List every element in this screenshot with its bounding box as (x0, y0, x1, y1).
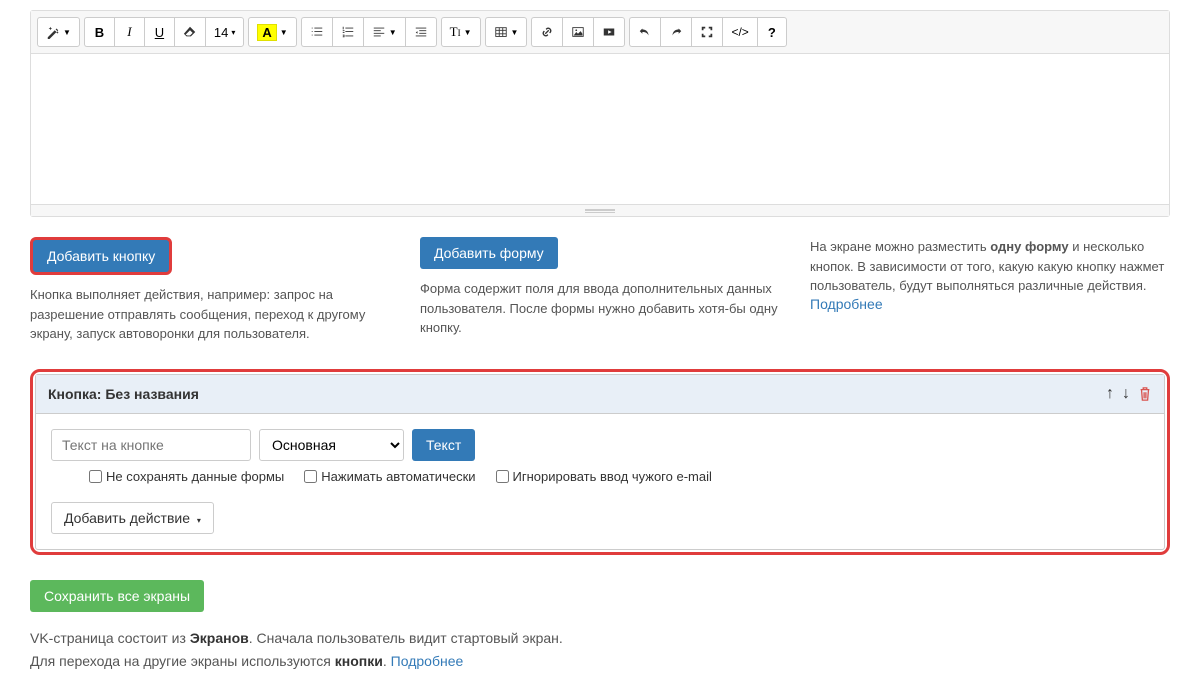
fullscreen-icon (700, 25, 714, 39)
action-columns: Добавить кнопку Кнопка выполняет действи… (30, 237, 1170, 344)
caret-down-icon: ▼ (63, 28, 71, 37)
fullscreen-button[interactable] (691, 17, 722, 47)
text-color-button[interactable]: A ▼ (248, 17, 296, 47)
add-action-dropdown[interactable]: Добавить действие ▾ (51, 502, 214, 534)
add-button-button[interactable]: Добавить кнопку (30, 237, 172, 275)
caret-down-icon: ▼ (511, 28, 519, 37)
underline-button[interactable]: U (144, 17, 174, 47)
magic-icon (46, 25, 60, 39)
move-down-icon[interactable]: ↓ (1122, 385, 1130, 403)
eraser-button[interactable] (174, 17, 205, 47)
move-up-icon[interactable]: ↑ (1106, 385, 1114, 403)
codeview-button[interactable]: </> (722, 17, 756, 47)
add-form-column: Добавить форму Форма содержит поля для в… (420, 237, 780, 344)
ul-icon (310, 25, 324, 39)
image-icon (571, 25, 585, 39)
hint-text: На экране можно разместить одну форму и … (810, 237, 1170, 296)
ignore-email-checkbox[interactable] (496, 470, 509, 483)
code-icon: </> (731, 25, 748, 39)
button-config-card: Кнопка: Без названия ↑ ↓ Основная Текст … (30, 369, 1170, 555)
redo-icon (669, 25, 683, 39)
ignore-email-checkbox-label[interactable]: Игнорировать ввод чужого e-mail (496, 469, 712, 484)
redo-button[interactable] (660, 17, 691, 47)
hint-more-link[interactable]: Подробнее (810, 296, 883, 312)
no-save-checkbox[interactable] (89, 470, 102, 483)
image-button[interactable] (562, 17, 593, 47)
button-card-body: Основная Текст Не сохранять данные формы… (36, 414, 1164, 549)
help-button[interactable]: ? (757, 17, 787, 47)
caret-down-icon: ▾ (231, 28, 235, 37)
caret-down-icon: ▼ (389, 28, 397, 37)
delete-icon[interactable] (1138, 386, 1152, 402)
help-icon: ? (768, 25, 776, 40)
outdent-icon (414, 25, 428, 39)
auto-press-checkbox-label[interactable]: Нажимать автоматически (304, 469, 475, 484)
table-button[interactable]: ▼ (485, 17, 528, 47)
text-type-button[interactable]: Текст (412, 429, 475, 461)
button-card-title: Кнопка: Без названия (48, 386, 199, 402)
caret-down-icon: ▾ (197, 516, 201, 525)
outdent-button[interactable] (405, 17, 437, 47)
footer-help-text: VK-страница состоит из Экранов. Сначала … (30, 627, 1170, 675)
bold-button[interactable]: B (84, 17, 114, 47)
fontsize-value: 14 (214, 25, 228, 40)
ol-icon (341, 25, 355, 39)
italic-button[interactable]: I (114, 17, 144, 47)
video-icon (602, 25, 616, 39)
no-save-checkbox-label[interactable]: Не сохранять данные формы (89, 469, 284, 484)
caret-down-icon: ▼ (280, 28, 288, 37)
ordered-list-button[interactable] (332, 17, 363, 47)
add-form-description: Форма содержит поля для ввода дополнител… (420, 279, 780, 338)
fontsize-button[interactable]: 14▾ (205, 17, 244, 47)
save-all-screens-button[interactable]: Сохранить все экраны (30, 580, 204, 612)
paragraph-format-button[interactable]: TI ▼ (441, 17, 481, 47)
align-icon (372, 25, 386, 39)
link-icon (540, 25, 554, 39)
footer-more-link[interactable]: Подробнее (391, 653, 464, 669)
editor-resize-handle[interactable] (31, 204, 1169, 216)
button-card-header: Кнопка: Без названия ↑ ↓ (36, 375, 1164, 414)
text-color-icon: A (257, 24, 276, 41)
add-button-description: Кнопка выполняет действия, например: зап… (30, 285, 390, 344)
table-icon (494, 25, 508, 39)
add-form-button[interactable]: Добавить форму (420, 237, 558, 269)
undo-icon (638, 25, 652, 39)
auto-press-checkbox[interactable] (304, 470, 317, 483)
undo-button[interactable] (629, 17, 660, 47)
button-text-input[interactable] (51, 429, 251, 461)
hint-column: На экране можно разместить одну форму и … (810, 237, 1170, 344)
grip-icon (585, 209, 615, 213)
add-button-column: Добавить кнопку Кнопка выполняет действи… (30, 237, 390, 344)
magic-button[interactable]: ▼ (37, 17, 80, 47)
button-style-select[interactable]: Основная (259, 429, 404, 461)
video-button[interactable] (593, 17, 625, 47)
link-button[interactable] (531, 17, 562, 47)
rich-text-editor: ▼ B I U 14▾ A ▼ (30, 10, 1170, 217)
editor-content-area[interactable] (31, 54, 1169, 204)
unordered-list-button[interactable] (301, 17, 332, 47)
align-button[interactable]: ▼ (363, 17, 405, 47)
paragraph-icon: TI (450, 24, 461, 40)
caret-down-icon: ▼ (464, 28, 472, 37)
editor-toolbar: ▼ B I U 14▾ A ▼ (31, 11, 1169, 54)
eraser-icon (183, 25, 197, 39)
